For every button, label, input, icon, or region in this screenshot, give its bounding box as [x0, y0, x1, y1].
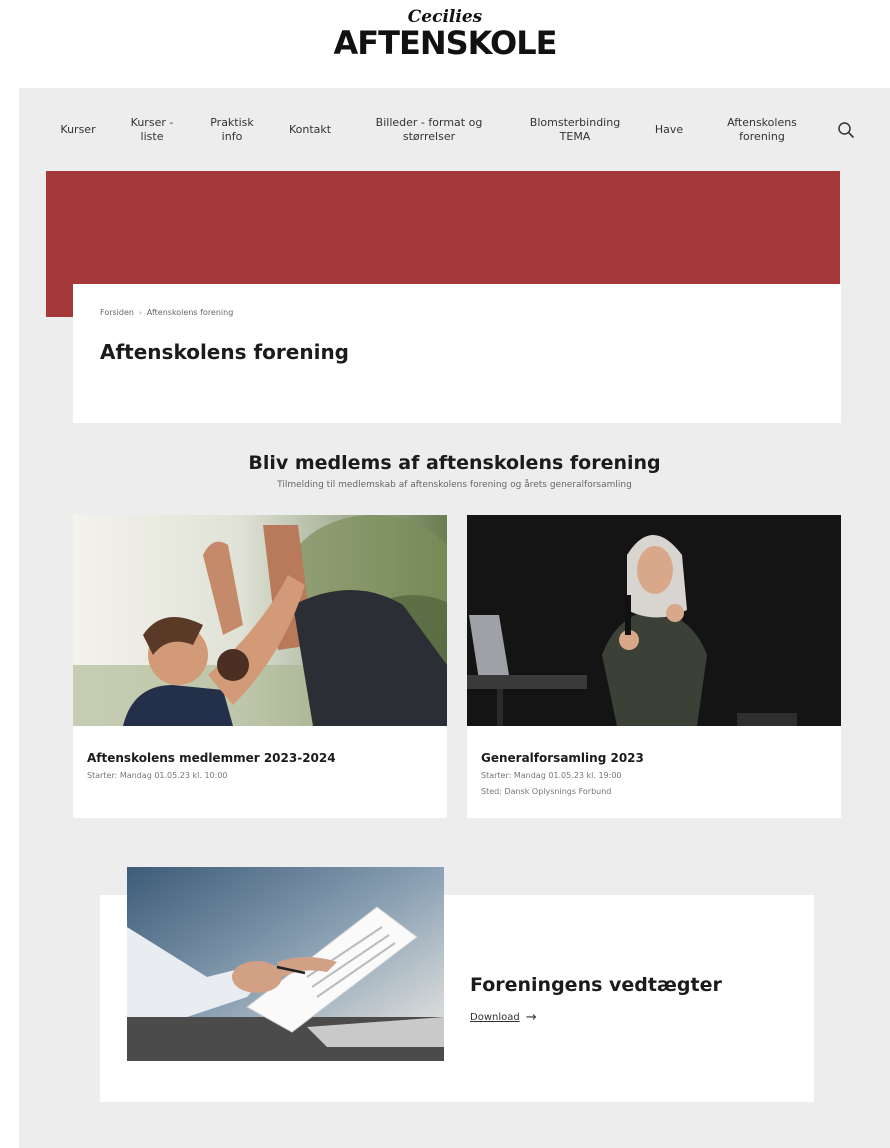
course-card-members[interactable]: Aftenskolens medlemmer 2023-2024 Starter…	[73, 515, 447, 818]
nav-item-label: Billeder - format og størrelser	[375, 116, 483, 143]
card-image-hands-raised[interactable]	[73, 515, 447, 726]
page-frame: Kurser Kurser - liste Praktisk info Kont…	[19, 88, 890, 1148]
nav-item-kurser-liste[interactable]: Kurser - liste	[131, 116, 174, 144]
section-title: Bliv medlems af aftenskolens forening	[248, 452, 661, 474]
nav-item-aftenskolens-forening[interactable]: Aftenskolens forening	[727, 116, 797, 144]
nav-item-kurser[interactable]: Kurser	[60, 123, 95, 137]
breadcrumb-current: Aftenskolens forening	[146, 308, 234, 317]
download-title: Foreningens vedtægter	[470, 974, 722, 996]
card-start-time: Starter: Mandag 01.05.23 kl. 19:00	[481, 771, 622, 780]
download-image-document	[127, 867, 444, 1061]
course-card-general-assembly[interactable]: Generalforsamling 2023 Starter: Mandag 0…	[467, 515, 841, 818]
card-start-time: Starter: Mandag 01.05.23 kl. 10:00	[87, 771, 228, 780]
page-title: Aftenskolens forening	[100, 340, 349, 364]
main-navigation: Kurser Kurser - liste Praktisk info Kont…	[19, 88, 890, 170]
card-title[interactable]: Aftenskolens medlemmer 2023-2024	[87, 751, 336, 765]
arrow-right-icon: →	[525, 1010, 537, 1025]
download-link-label: Download	[470, 1012, 520, 1023]
breadcrumb-separator: ›	[138, 308, 142, 317]
card-image-speaker[interactable]	[467, 515, 841, 726]
card-location: Sted: Dansk Oplysnings Forbund	[481, 787, 612, 796]
section-subtitle: Tilmelding til medlemskab af aftenskolen…	[277, 480, 632, 490]
nav-item-label: Praktisk info	[210, 116, 254, 143]
nav-item-billeder[interactable]: Billeder - format og størrelser	[376, 116, 483, 144]
nav-item-label: Blomsterbinding TEMA	[529, 116, 621, 143]
logo-main-text: AFTENSKOLE	[333, 24, 558, 62]
breadcrumb-home[interactable]: Forsiden	[100, 308, 134, 317]
nav-item-kontakt[interactable]: Kontakt	[289, 123, 331, 137]
card-title[interactable]: Generalforsamling 2023	[481, 751, 644, 765]
breadcrumb: Forsiden › Aftenskolens forening	[100, 308, 233, 317]
download-link[interactable]: Download →	[470, 1010, 537, 1025]
nav-item-have[interactable]: Have	[655, 123, 683, 137]
search-icon[interactable]	[837, 121, 855, 139]
site-logo[interactable]: Cecilies AFTENSKOLE	[0, 8, 890, 60]
page-header-card: Forsiden › Aftenskolens forening Aftensk…	[73, 284, 841, 423]
nav-item-praktisk-info[interactable]: Praktisk info	[210, 116, 254, 144]
nav-item-label: Aftenskolens forening	[727, 116, 797, 143]
nav-item-blomsterbinding[interactable]: Blomsterbinding TEMA	[530, 116, 620, 144]
nav-item-label: Kurser - liste	[130, 116, 174, 143]
